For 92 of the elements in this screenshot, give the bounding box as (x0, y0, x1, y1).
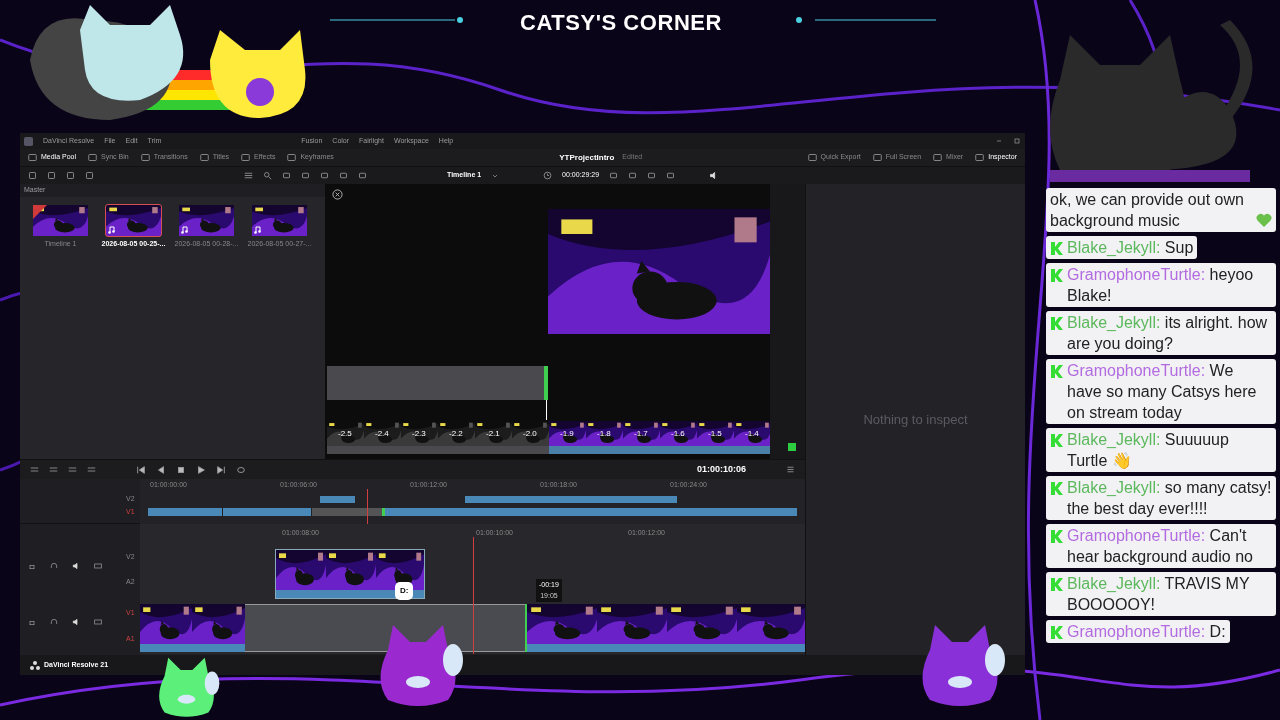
frame-offset: -1.9 (560, 428, 574, 440)
panel-icon[interactable] (872, 153, 882, 162)
project-name: YTProjectIntro (559, 151, 615, 164)
music-note-icon (254, 225, 261, 234)
empty-message: Nothing to inspect (863, 410, 968, 429)
chat-message: ok, we can provide out own background music (1050, 190, 1245, 231)
video-clip[interactable] (382, 508, 797, 516)
frame-offset: -1.8 (597, 428, 611, 440)
frame-offset: -2.0 (523, 428, 537, 440)
panel-icon[interactable] (241, 153, 251, 162)
badge-icon (1050, 625, 1064, 640)
step-back-icon[interactable] (156, 464, 166, 475)
chat-message: Blake_Jekyll: TRAVIS MY BOOOOOY! (1067, 574, 1251, 615)
toolbar-icon[interactable] (282, 171, 291, 180)
chat-message: Blake_Jekyll: Suuuuup Turtle 👋 (1067, 430, 1230, 471)
headphones-icon[interactable] (50, 562, 58, 570)
menu-icon[interactable] (786, 465, 795, 474)
chat-message: GramophoneTurtle: Can't hear background audio no (1067, 526, 1254, 567)
gap-region (312, 508, 382, 516)
maximize-icon[interactable] (1013, 137, 1021, 145)
badge-icon (1050, 433, 1064, 448)
lock-icon[interactable] (28, 562, 36, 570)
video-clip[interactable] (465, 496, 677, 503)
chat-message: Blake_Jekyll: so many catsy! the best day ever!!!! (1067, 478, 1272, 519)
video-clip[interactable] (275, 549, 425, 599)
grid-view-icon[interactable] (244, 171, 253, 180)
toolbar-icon[interactable] (85, 171, 94, 180)
search-icon[interactable] (263, 171, 272, 180)
skip-forward-icon[interactable] (216, 464, 226, 475)
frame-offset: -2.5 (338, 428, 352, 440)
toolbar-icon[interactable] (28, 171, 37, 180)
badge-icon (1050, 316, 1064, 331)
panel-icon[interactable] (28, 153, 37, 162)
stream-title: CATSY'S CORNER (520, 9, 722, 37)
badge-icon (1050, 268, 1064, 283)
frame-offset: -2.3 (412, 428, 426, 440)
chat-message: GramophoneTurtle: We have so many Catsys here on stream today (1067, 361, 1258, 423)
video-clip[interactable] (148, 508, 222, 516)
timecode: 01:00:10:06 (696, 462, 746, 476)
frame-offset: -2.4 (375, 428, 389, 440)
panel-icon[interactable] (287, 153, 297, 162)
toolbar-icon[interactable] (66, 171, 75, 180)
video-clip[interactable] (223, 508, 311, 516)
video-clip[interactable] (320, 496, 355, 503)
chat-message: GramophoneTurtle: D: (1067, 622, 1226, 642)
timeline-badge-icon (33, 204, 47, 219)
frame-offset: -1.6 (671, 428, 685, 440)
close-icon[interactable] (332, 189, 343, 200)
toolbar-icon[interactable] (47, 171, 56, 180)
trim-handle[interactable] (544, 366, 548, 400)
chat-message: Blake_Jekyll: Sup (1067, 238, 1194, 258)
stop-icon[interactable] (176, 464, 186, 475)
chat-message: Blake_Jekyll: its alright. how are you doing? (1067, 313, 1269, 354)
loop-icon[interactable] (236, 464, 246, 475)
frame-offset: -1.5 (708, 428, 722, 440)
panel-icon[interactable] (975, 153, 985, 162)
toolbar-icon[interactable] (339, 171, 348, 180)
playhead-line (546, 400, 547, 420)
speech-bubble: D: (395, 582, 414, 600)
toolbar-icon[interactable] (358, 171, 367, 180)
panel-icon[interactable] (88, 153, 98, 162)
badge-icon (1050, 241, 1064, 256)
speaker-icon[interactable] (72, 562, 80, 570)
app-icon (24, 136, 33, 146)
badge-icon (1050, 577, 1064, 592)
lock-icon[interactable] (28, 618, 36, 626)
headphones-icon[interactable] (50, 618, 58, 626)
film-icon[interactable] (94, 562, 102, 570)
chat-message: GramophoneTurtle: heyoo Blake! (1067, 265, 1255, 306)
badge-icon (1050, 529, 1064, 544)
panel-icon[interactable] (199, 153, 209, 162)
badge-icon (1050, 481, 1064, 496)
music-note-icon (181, 225, 188, 234)
panel-icon[interactable] (933, 153, 943, 162)
music-note-icon (108, 225, 115, 234)
film-icon[interactable] (94, 618, 102, 626)
frame-offset: -1.4 (745, 428, 759, 440)
panel-icon[interactable] (807, 153, 817, 162)
clock-icon (543, 171, 553, 180)
frame-offset: -1.7 (634, 428, 648, 440)
toolbar-icon[interactable] (320, 171, 329, 180)
play-icon[interactable] (196, 464, 206, 475)
video-clip[interactable] (525, 604, 805, 652)
speaker-icon[interactable] (72, 618, 80, 626)
video-clip[interactable] (140, 604, 245, 652)
badge-icon (1050, 364, 1064, 379)
panel-icon[interactable] (140, 153, 150, 162)
frame-offset: -2.1 (486, 428, 500, 440)
toolbar-icon[interactable] (301, 171, 310, 180)
frame-offset: -2.2 (449, 428, 463, 440)
app-logo-icon (30, 660, 40, 670)
skip-back-icon[interactable] (136, 464, 146, 475)
